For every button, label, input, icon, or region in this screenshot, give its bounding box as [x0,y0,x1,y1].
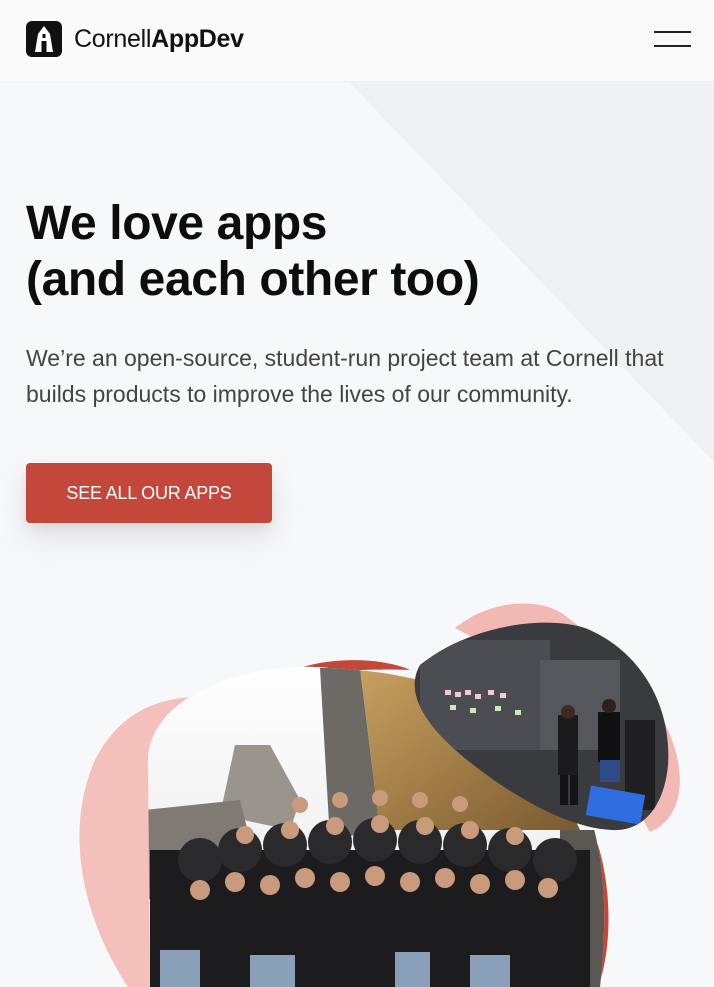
brand-wordmark: CornellAppDev [74,21,244,57]
team-photo-collage [79,603,680,987]
clocktower-logo-icon [26,21,62,57]
hero-title-line-1: We love apps [26,197,328,250]
hero-title-line-2: (and each other too) [26,253,480,306]
brand-name-bold: AppDev [151,25,244,53]
site-header: CornellAppDev [0,0,714,82]
hero-subtitle: We’re an open-source, student-run projec… [26,345,664,407]
see-all-apps-button[interactable]: SEE ALL OUR APPS [26,463,272,523]
brand-home-link[interactable]: CornellAppDev [26,21,244,57]
hero-title: We love apps (and each other too) [26,196,480,308]
brand-name-light: Cornell [74,25,152,53]
menu-line-bottom [654,45,691,47]
hamburger-menu-icon[interactable] [654,29,692,51]
menu-line-top [654,31,691,33]
page: CornellAppDev We love apps (and each oth… [0,0,714,987]
